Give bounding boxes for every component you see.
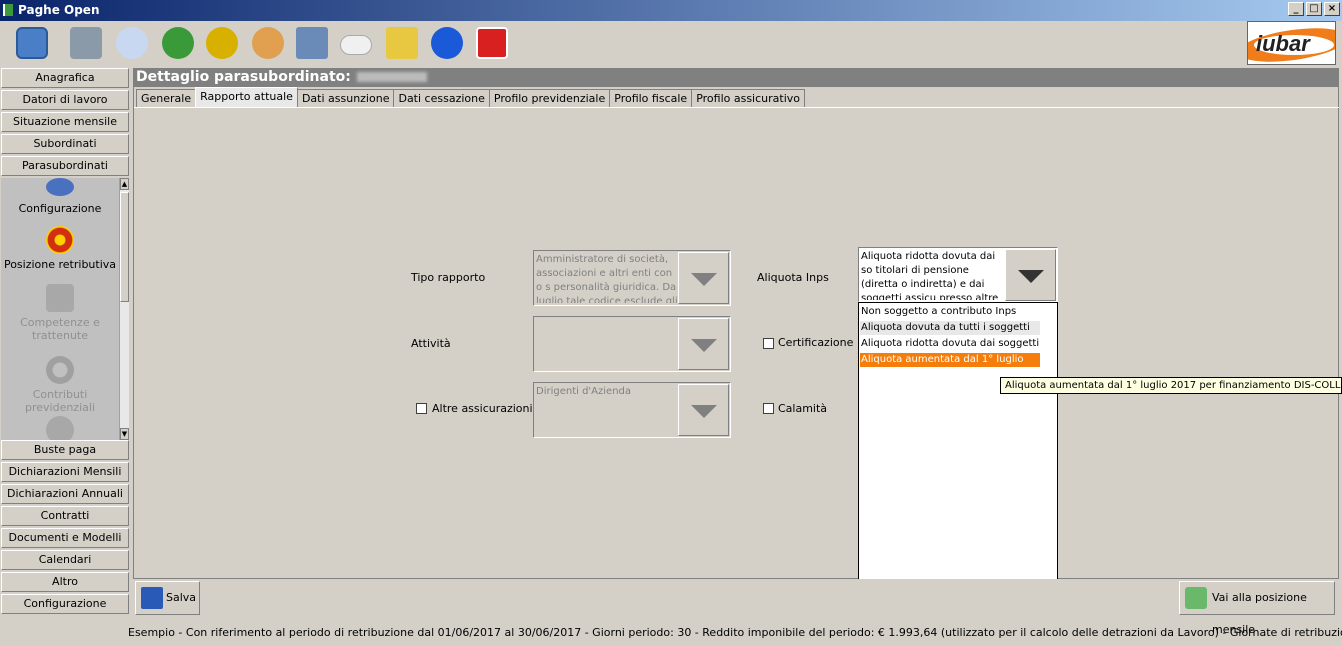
lifebuoy-icon [46,356,74,384]
sidebar-item-anagrafica[interactable]: Anagrafica [1,68,129,88]
calamita-checkbox[interactable] [763,403,774,414]
scroll-thumb[interactable] [120,192,129,302]
close-icon[interactable] [476,27,508,59]
altre-assicurazioni-select: Dirigenti d'Azienda [533,382,731,438]
web-icon[interactable] [162,27,194,59]
floppy-icon [141,587,163,609]
minimize-button[interactable]: _ [1288,2,1304,16]
dropdown-button[interactable] [1005,249,1056,301]
goto-position-button[interactable]: Vai alla posizione mensile [1179,581,1335,636]
altre-assicurazioni-label: Altre assicurazioni [432,402,533,415]
sidebar-panel: Configurazione Posizione retributiva Com… [1,178,129,440]
page-title: Dettaglio parasubordinato: [134,69,1339,87]
attivita-label: Attività [411,337,451,350]
help-icon[interactable] [116,27,148,59]
tipo-rapporto-value: Amministratore di società, associazioni … [536,254,678,303]
dropdown-option-selected[interactable]: Aliquota aumentata dal 1° luglio [860,353,1040,367]
cloud-icon[interactable] [340,35,372,55]
sidebar-scrollbar[interactable]: ▲ ▼ [119,178,129,440]
altre-assicurazioni-checkbox[interactable] [416,403,427,414]
panel-item-contributi: Contributi previdenziali [1,356,119,414]
panel-item-competenze: Competenze e trattenute [1,284,119,342]
certificazione-checkbox[interactable] [763,338,774,349]
dropdown-option[interactable]: Aliquota dovuta da tutti i soggetti [860,321,1040,335]
sidebar-item-dich-annuali[interactable]: Dichiarazioni Annuali [1,484,129,504]
sidebar-item-buste[interactable]: Buste paga [1,440,129,460]
sidebar-item-altro[interactable]: Altro [1,572,129,592]
tipo-rapporto-select: Amministratore di società, associazioni … [533,250,731,306]
tab-bar: Generale Rapporto attuale Dati assunzion… [136,87,805,107]
close-window-button[interactable]: × [1324,2,1340,16]
save-label: Salva [166,591,197,604]
attivita-select [533,316,731,372]
title-bar: Paghe Open _ □ × [0,0,1342,21]
sidebar-item-contratti[interactable]: Contratti [1,506,129,526]
aliquota-inps-value: Aliquota ridotta dovuta dai so titolari … [861,251,999,300]
folder-icon[interactable] [386,27,418,59]
printer-icon[interactable] [70,27,102,59]
chevron-down-icon [678,384,729,436]
tab-generale[interactable]: Generale [136,89,197,107]
redacted-name [356,72,427,82]
chevron-down-icon [678,252,729,304]
sidebar-item-situazione[interactable]: Situazione mensile [1,112,129,132]
main-panel: Dettaglio parasubordinato: Generale Rapp… [133,68,1339,579]
maximize-button[interactable]: □ [1306,2,1322,16]
target-icon [46,226,74,254]
status-bar: Esempio - Con riferimento al periodo di … [128,626,1342,639]
sidebar: Anagrafica Datori di lavoro Situazione m… [0,68,131,616]
info-icon[interactable] [431,27,463,59]
panel-item-configurazione[interactable]: Configurazione [1,178,119,215]
dropdown-option[interactable]: Non soggetto a contributo Inps [860,305,1040,319]
sidebar-item-datori[interactable]: Datori di lavoro [1,90,129,110]
app-title: Paghe Open [18,3,100,17]
aliquota-inps-label: Aliquota Inps [757,271,829,284]
network-icon[interactable] [296,27,328,59]
coins-icon [46,284,74,312]
home-icon[interactable] [16,27,48,59]
save-button[interactable]: Salva [135,581,200,615]
iubar-logo: iubar [1247,21,1336,65]
action-bar: Salva Vai alla posizione mensile [133,579,1339,636]
plus-icon [46,416,74,440]
scroll-up-arrow[interactable]: ▲ [120,178,129,190]
attivita-value [536,319,678,369]
tab-dati-cessazione[interactable]: Dati cessazione [393,89,490,107]
tab-content [134,107,1339,580]
sidebar-item-parasubordinati[interactable]: Parasubordinati [1,156,129,176]
tipo-rapporto-label: Tipo rapporto [411,271,486,284]
toolbar: iubar [0,21,1342,66]
tab-dati-assunzione[interactable]: Dati assunzione [296,89,395,107]
tooltip: Aliquota aumentata dal 1° luglio 2017 pe… [1000,377,1342,394]
tab-profilo-fiscale[interactable]: Profilo fiscale [609,89,693,107]
certificazione-label: Certificazione [778,336,854,349]
sidebar-item-documenti[interactable]: Documenti e Modelli [1,528,129,548]
sidebar-item-subordinati[interactable]: Subordinati [1,134,129,154]
panel-item-posizione[interactable]: Posizione retributiva [1,226,119,271]
aliquota-inps-select[interactable]: Aliquota ridotta dovuta dai so titolari … [858,247,1058,302]
user-config-icon [46,178,74,196]
arrow-right-icon [1185,587,1207,609]
support-icon[interactable] [252,27,284,59]
tab-profilo-assicurativo[interactable]: Profilo assicurativo [691,89,805,107]
bug-icon[interactable] [206,27,238,59]
chevron-down-icon [678,318,729,370]
calamita-label: Calamità [778,402,828,415]
sidebar-item-calendari[interactable]: Calendari [1,550,129,570]
dropdown-option[interactable]: Aliquota ridotta dovuta dai soggetti [860,337,1040,351]
aliquota-dropdown-list: Non soggetto a contributo Inps Aliquota … [858,302,1058,592]
app-icon [3,4,13,16]
scroll-down-arrow[interactable]: ▼ [120,428,129,440]
tab-rapporto-attuale[interactable]: Rapporto attuale [195,87,298,107]
altre-assicurazioni-value: Dirigenti d'Azienda [536,386,632,397]
panel-item-more [1,416,119,440]
sidebar-item-configurazione[interactable]: Configurazione [1,594,129,614]
tab-profilo-previdenziale[interactable]: Profilo previdenziale [488,89,611,107]
sidebar-item-dich-mensili[interactable]: Dichiarazioni Mensili [1,462,129,482]
